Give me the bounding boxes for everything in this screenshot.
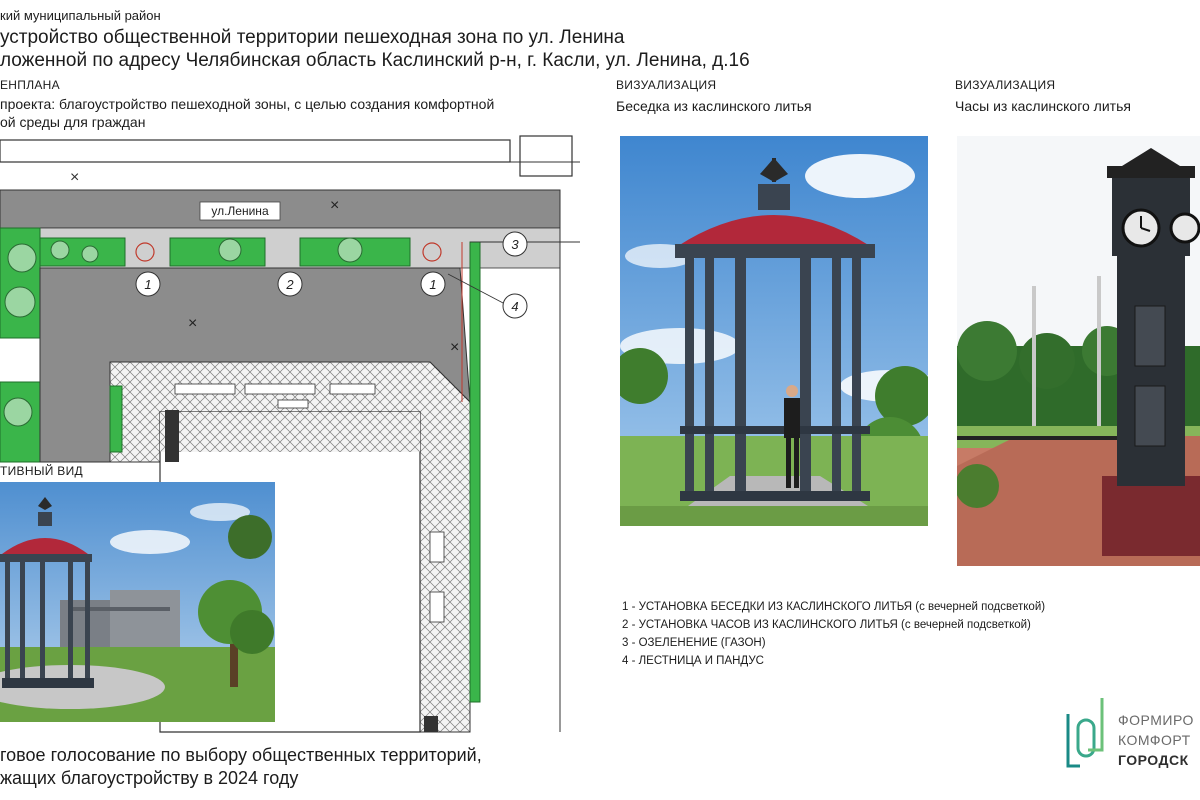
svg-text:4: 4 [511, 299, 518, 314]
perspective-label: ТИВНЫЙ ВИД [0, 464, 87, 478]
plan-goal-line1: проекта: благоустройство пешеходной зоны… [0, 96, 495, 112]
svg-text:×: × [330, 197, 339, 214]
svg-text:×: × [450, 339, 459, 356]
clock-visualization [957, 136, 1200, 566]
legend-list: 1 - УСТАНОВКА БЕСЕДКИ ИЗ КАСЛИНСКОГО ЛИТ… [622, 598, 1045, 670]
viz1-label: ВИЗУАЛИЗАЦИЯ [616, 78, 717, 92]
brand-logo-icon [1066, 698, 1104, 768]
plan-marker-3: 3 [502, 231, 528, 257]
district-label: кий муниципальный район [0, 8, 161, 23]
svg-text:3: 3 [511, 237, 519, 252]
page-title-line1: устройство общественной территории пешех… [0, 27, 625, 48]
legend-item-1: 1 - УСТАНОВКА БЕСЕДКИ ИЗ КАСЛИНСКОГО ЛИТ… [622, 601, 1046, 613]
plan-x-mark: × [70, 169, 79, 186]
brand-line2: КОМФОРТ [1118, 732, 1191, 748]
legend-item-3: 3 - ОЗЕЛЕНЕНИЕ (ГАЗОН) [622, 637, 766, 649]
plan-goal-line2: ой среды для граждан [0, 114, 146, 130]
viz1-caption: Беседка из каслинского литья [616, 98, 812, 114]
viz2-caption: Часы из каслинского литья [955, 98, 1131, 114]
svg-text:2: 2 [285, 277, 294, 292]
svg-text:1: 1 [429, 277, 436, 292]
plan-marker-1b: 1 [420, 271, 446, 297]
plan-marker-4: 4 [502, 293, 528, 319]
brand-text: ФОРМИРО КОМФОРТ ГОРОДСК [1118, 710, 1194, 770]
perspective-render [0, 482, 275, 722]
street-label: ул.Ленина [211, 204, 269, 218]
viz2-label: ВИЗУАЛИЗАЦИЯ [955, 78, 1056, 92]
footer-line2: жащих благоустройству в 2024 году [0, 768, 299, 788]
plan-label: ЕНПЛАНА [0, 78, 60, 92]
brand-line3: ГОРОДСК [1118, 752, 1189, 768]
page-title-line2: ложенной по адресу Челябинская область К… [0, 50, 750, 71]
brand-line1: ФОРМИРО [1118, 712, 1194, 728]
legend-item-4: 4 - ЛЕСТНИЦА И ПАНДУС [622, 655, 764, 667]
footer-line1: говое голосование по выбору общественных… [0, 745, 482, 765]
svg-text:1: 1 [144, 277, 151, 292]
gazebo-visualization [620, 136, 928, 526]
svg-text:×: × [188, 315, 197, 332]
legend-item-2: 2 - УСТАНОВКА ЧАСОВ ИЗ КАСЛИНСКОГО ЛИТЬЯ… [622, 619, 1031, 631]
plan-marker-1a: 1 [135, 271, 161, 297]
plan-marker-2: 2 [277, 271, 303, 297]
